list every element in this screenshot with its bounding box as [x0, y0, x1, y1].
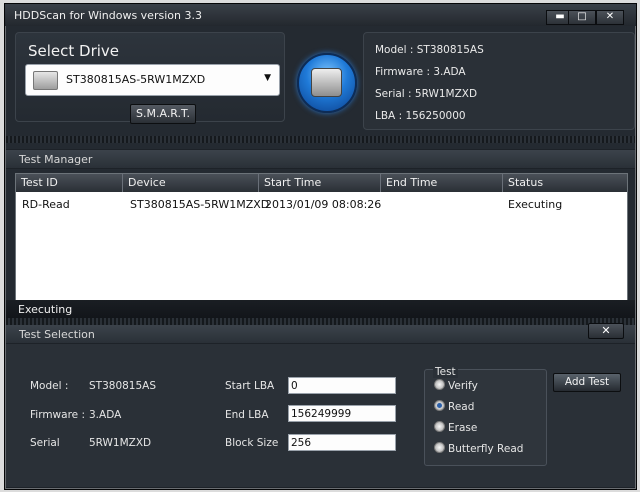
- select-drive-label: Select Drive: [28, 42, 120, 60]
- window-title: HDDScan for Windows version 3.3: [14, 9, 202, 22]
- selected-drive: ST380815AS-5RW1MZXD: [66, 73, 206, 86]
- radio-button-selected-icon[interactable]: [434, 400, 445, 411]
- close-window-button[interactable]: ✕: [596, 10, 624, 25]
- radio-read[interactable]: Read: [434, 400, 474, 413]
- serial-label: Serial: [30, 437, 60, 449]
- radio-button-icon[interactable]: [434, 442, 445, 453]
- row-status[interactable]: Executing: [508, 198, 562, 211]
- radio-erase-label: Erase: [448, 422, 478, 434]
- radio-butterfly-read-label: Butterfly Read: [448, 443, 524, 455]
- select-drive-box: Select Drive ST380815AS-5RW1MZXD ▼ S.M.A…: [15, 32, 285, 124]
- add-test-button[interactable]: Add Test: [553, 373, 621, 392]
- dropdown-arrow-icon[interactable]: ▼: [264, 73, 271, 83]
- separator-stripe: [6, 136, 635, 143]
- row-device[interactable]: ST380815AS-5RW1MZXD: [130, 198, 269, 211]
- main-window: HDDScan for Windows version 3.3 ▬ □ ✕ Se…: [4, 3, 637, 490]
- status-bar: Executing: [6, 300, 635, 318]
- test-list-header: Test ID Device Start Time End Time Statu…: [16, 174, 627, 192]
- title-bar: HDDScan for Windows version 3.3 ▬ □ ✕: [5, 4, 636, 26]
- serial-info: Serial : 5RW1MZXD: [375, 88, 478, 100]
- drive-select[interactable]: ST380815AS-5RW1MZXD ▼: [25, 64, 280, 96]
- serial-value: 5RW1MZXD: [89, 437, 152, 449]
- block-size-input[interactable]: [288, 434, 396, 451]
- end-lba-label: End LBA: [225, 409, 269, 421]
- test-type-group: Test Verify Read Erase Butterfly Read: [424, 366, 547, 466]
- lba-info: LBA : 156250000: [375, 110, 466, 122]
- start-lba-label: Start LBA: [225, 380, 275, 392]
- maximize-button[interactable]: □: [568, 10, 596, 25]
- radio-butterfly-read[interactable]: Butterfly Read: [434, 442, 523, 455]
- smart-button[interactable]: S.M.A.R.T.: [130, 104, 196, 124]
- test-list[interactable]: Test ID Device Start Time End Time Statu…: [15, 173, 628, 301]
- radio-verify-label: Verify: [448, 380, 478, 392]
- drive-logo-icon[interactable]: [297, 53, 357, 113]
- column-start-time[interactable]: Start Time: [259, 174, 381, 192]
- firmware-value: 3.ADA: [89, 409, 122, 421]
- drive-panel: Select Drive ST380815AS-5RW1MZXD ▼ S.M.A…: [6, 26, 635, 149]
- status-text: Executing: [18, 303, 73, 316]
- column-status[interactable]: Status: [503, 174, 627, 192]
- hdd-icon: [33, 71, 58, 90]
- radio-button-icon[interactable]: [434, 421, 445, 432]
- test-selection-panel: Model : ST380815AS Firmware : 3.ADA Seri…: [6, 344, 635, 487]
- column-end-time[interactable]: End Time: [381, 174, 503, 192]
- close-test-selection-button[interactable]: ✕: [588, 323, 624, 339]
- radio-read-label: Read: [448, 401, 475, 413]
- test-selection-header: Test Selection: [6, 325, 635, 343]
- radio-erase[interactable]: Erase: [434, 421, 477, 434]
- start-lba-input[interactable]: [288, 377, 396, 394]
- radio-button-icon[interactable]: [434, 379, 445, 390]
- radio-verify[interactable]: Verify: [434, 379, 478, 392]
- drive-info-panel: Model : ST380815AS Firmware : 3.ADA Seri…: [363, 32, 635, 130]
- column-test-id[interactable]: Test ID: [16, 174, 123, 192]
- separator-stripe-2: [6, 318, 635, 325]
- block-size-label: Block Size: [225, 437, 279, 449]
- firmware-label: Firmware :: [30, 409, 85, 421]
- row-start-time[interactable]: 2013/01/09 08:08:26: [265, 198, 381, 211]
- test-manager-title: Test Manager: [19, 153, 93, 166]
- firmware-info: Firmware : 3.ADA: [375, 66, 466, 78]
- test-selection-title: Test Selection: [19, 328, 95, 341]
- model-info: Model : ST380815AS: [375, 44, 484, 56]
- test-manager-header: Test Manager: [6, 150, 635, 168]
- column-device[interactable]: Device: [123, 174, 259, 192]
- end-lba-input[interactable]: [288, 405, 396, 422]
- model-label: Model :: [30, 380, 69, 392]
- test-manager-panel: Test ID Device Start Time End Time Statu…: [6, 169, 635, 302]
- test-group-title: Test: [433, 366, 458, 378]
- row-test-id[interactable]: RD-Read: [22, 198, 70, 211]
- model-value: ST380815AS: [89, 380, 157, 392]
